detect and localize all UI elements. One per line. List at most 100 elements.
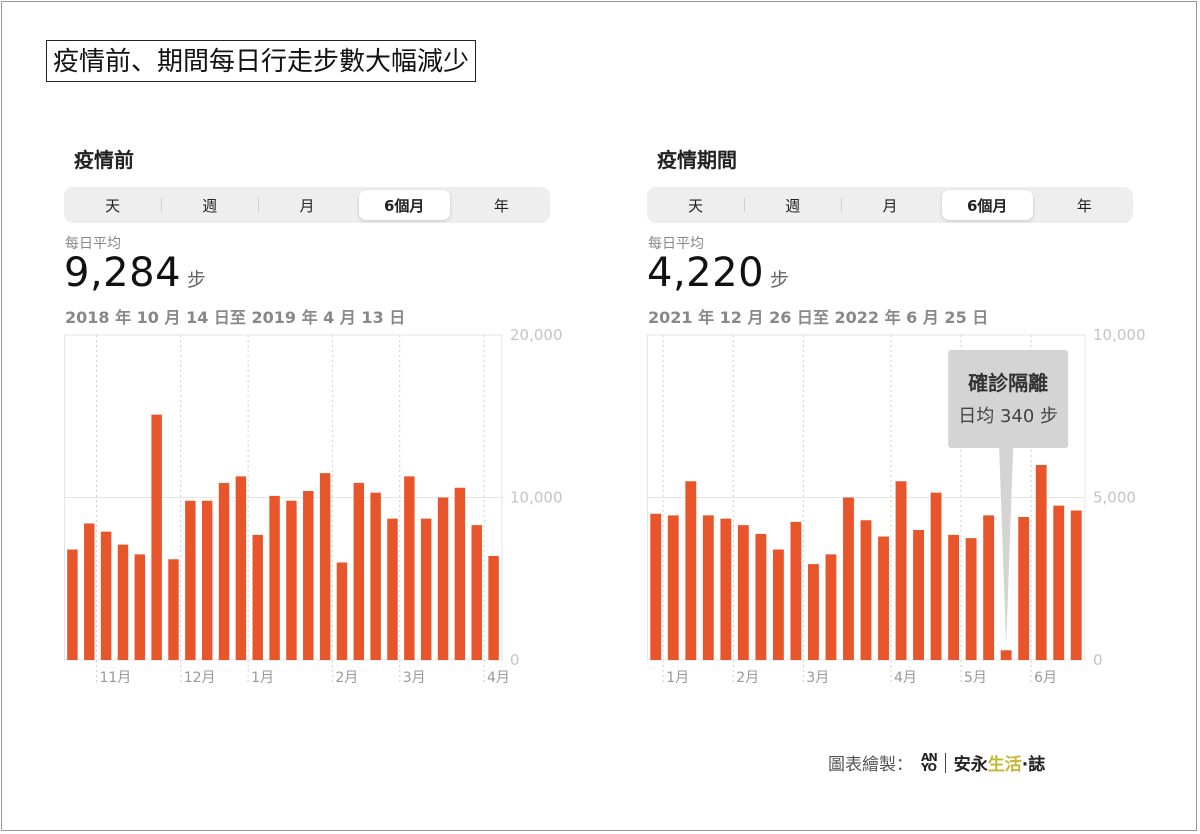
segment-day[interactable]: 天 <box>67 190 158 220</box>
bar <box>878 536 889 660</box>
bar <box>404 476 415 660</box>
average-number: 9,284 <box>64 250 182 296</box>
bar <box>100 531 112 660</box>
steps-chart-before: 20,000 10,000 0 11月 12月 1月 2月 3月 4月 <box>64 326 563 686</box>
panel-before: 疫情前 天 週 月 6個月 年 每日平均 9,284 步 2018 年 10 月 … <box>64 140 624 700</box>
period-segmented-control: 天 週 月 6個月 年 <box>647 187 1133 223</box>
bar <box>685 481 697 660</box>
panel-title: 疫情前 <box>74 148 134 172</box>
chart-credit: 圖表繪製： AN YO 安永生活·誌 <box>828 750 1045 776</box>
bar <box>667 515 679 660</box>
segment-year[interactable]: 年 <box>456 190 547 220</box>
y-tick-label: 0 <box>510 651 520 669</box>
bar <box>983 515 995 660</box>
x-tick-label: 1月 <box>666 670 689 686</box>
callout-pointer <box>999 448 1014 647</box>
logo-divider <box>944 752 946 773</box>
bar <box>808 564 819 660</box>
average-unit: 步 <box>770 269 790 291</box>
segment-week[interactable]: 週 <box>744 190 838 220</box>
bar <box>336 562 348 660</box>
x-tick-label: 2月 <box>335 670 358 686</box>
bar <box>168 559 179 660</box>
callout-text: 日均 340 步 <box>958 406 1058 427</box>
bar <box>319 473 331 660</box>
bar <box>650 513 662 660</box>
callout-box <box>948 350 1069 448</box>
bar <box>471 525 482 660</box>
page-title: 疫情前、期間每日行走步數大幅減少 <box>46 40 477 82</box>
panel-title: 疫情期間 <box>657 148 737 172</box>
bar <box>913 530 924 660</box>
bar <box>151 414 162 660</box>
bar <box>1053 505 1065 660</box>
bar <box>67 549 78 660</box>
segment-week[interactable]: 週 <box>161 190 255 220</box>
bar <box>437 497 449 660</box>
segment-6-months[interactable]: 6個月 <box>358 190 450 220</box>
bar <box>117 544 129 660</box>
steps-chart-during: 10,000 5,000 0 1月 2月 3月 4月 5月 6月 確診隔離日均 340 步 <box>647 326 1146 686</box>
bar <box>772 549 784 660</box>
bar <box>286 500 297 660</box>
daily-average-value: 9,284 步 <box>64 250 207 296</box>
bar <box>720 518 732 660</box>
bar <box>134 554 146 660</box>
average-unit: 步 <box>187 269 207 291</box>
bar <box>201 500 213 660</box>
bar <box>948 534 960 660</box>
y-tick-label: 5,000 <box>1093 489 1136 507</box>
bar <box>825 554 837 660</box>
bar <box>1000 650 1012 660</box>
bar <box>1070 510 1082 660</box>
bar <box>1035 465 1047 660</box>
bar <box>303 491 314 660</box>
x-tick-label: 5月 <box>964 670 987 686</box>
bar <box>353 482 365 660</box>
bar <box>370 492 381 660</box>
y-tick-label: 20,000 <box>510 326 563 344</box>
bar <box>790 521 802 660</box>
bar <box>454 487 466 660</box>
callout-title: 確診隔離 <box>968 371 1048 395</box>
bar <box>843 497 854 660</box>
credit-label: 圖表繪製： <box>828 755 913 775</box>
bar <box>185 500 196 660</box>
segment-year[interactable]: 年 <box>1039 190 1130 220</box>
bar <box>860 520 872 660</box>
period-segmented-control: 天 週 月 6個月 年 <box>64 187 550 223</box>
x-tick-label: 11月 <box>99 670 131 686</box>
bar <box>930 492 942 660</box>
bar <box>235 476 247 660</box>
panel-during: 疫情期間 天 週 月 6個月 年 每日平均 4,220 步 2021 年 12 月… <box>647 140 1200 700</box>
bar <box>269 495 280 660</box>
bar <box>737 525 749 660</box>
bar <box>420 518 432 660</box>
bar <box>965 538 977 660</box>
x-tick-label: 4月 <box>487 670 510 686</box>
bar <box>1018 517 1030 660</box>
average-number: 4,220 <box>647 250 765 296</box>
bar <box>387 518 398 660</box>
bar <box>755 533 767 660</box>
segment-day[interactable]: 天 <box>650 190 741 220</box>
x-tick-label: 3月 <box>806 670 829 686</box>
anyo-logo: AN YO <box>921 750 938 774</box>
y-tick-label: 10,000 <box>1093 326 1146 344</box>
segment-month[interactable]: 月 <box>841 190 935 220</box>
x-tick-label: 3月 <box>403 670 426 686</box>
x-tick-label: 12月 <box>184 670 216 686</box>
x-tick-label: 4月 <box>894 670 917 686</box>
bar <box>84 523 95 660</box>
bar <box>252 534 263 660</box>
segment-month[interactable]: 月 <box>258 190 352 220</box>
bar <box>702 515 714 660</box>
daily-average-value: 4,220 步 <box>647 250 790 296</box>
x-tick-label: 6月 <box>1034 670 1057 686</box>
bar <box>488 556 499 660</box>
bar <box>218 482 230 660</box>
x-tick-label: 2月 <box>736 670 759 686</box>
x-tick-label: 1月 <box>251 670 274 686</box>
bar <box>895 481 907 660</box>
segment-6-months[interactable]: 6個月 <box>941 190 1033 220</box>
